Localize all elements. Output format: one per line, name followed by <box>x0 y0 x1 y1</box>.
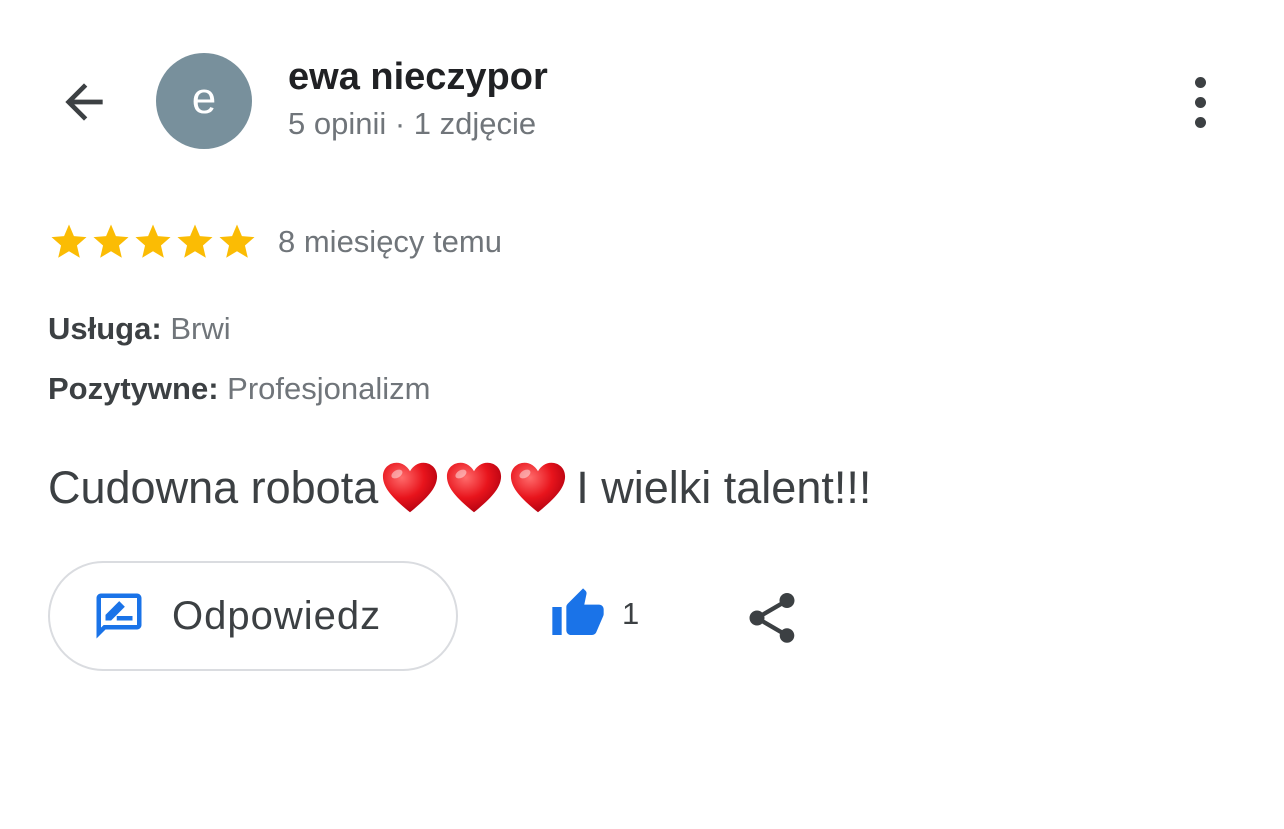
star-icon <box>177 224 213 258</box>
share-button[interactable] <box>742 588 802 648</box>
service-value: Brwi <box>170 311 231 346</box>
review-time: 8 miesięcy temu <box>278 224 502 259</box>
back-button[interactable] <box>52 70 116 134</box>
more-vert-icon-dot <box>1194 116 1206 128</box>
positive-label: Pozytywne: <box>48 371 219 406</box>
heart-emojis <box>380 460 568 516</box>
star-rating <box>48 221 258 263</box>
more-vert-icon <box>1194 76 1206 88</box>
rate-review-icon <box>96 593 142 639</box>
service-row: Usługa: Brwi <box>48 311 231 347</box>
like-count: 1 <box>622 596 640 631</box>
star-icon <box>135 224 171 258</box>
avatar[interactable]: e <box>156 53 252 149</box>
star-icon <box>93 224 129 258</box>
review-text: Cudowna robota I wielki talent!!! <box>48 460 871 516</box>
review-text-end: I wielki talent!!! <box>576 462 872 513</box>
star-icon <box>219 224 255 258</box>
heart-icon <box>383 462 438 513</box>
more-vert-icon-dot <box>1194 96 1206 108</box>
thumb-up-icon <box>552 588 604 635</box>
rating-row: 8 miesięcy temu <box>48 220 502 264</box>
heart-icon <box>511 462 566 513</box>
star-icon <box>51 224 87 258</box>
share-icon <box>749 593 795 643</box>
review-text-start: Cudowna robota <box>48 462 379 513</box>
user-meta: 5 opinii · 1 zdjęcie <box>288 106 537 141</box>
positive-row: Pozytywne: Profesjonalizm <box>48 371 430 407</box>
positive-value: Profesjonalizm <box>227 371 431 406</box>
more-options-button[interactable] <box>1170 70 1230 134</box>
reply-label: Odpowiedz <box>172 593 382 638</box>
like-button[interactable]: 1 <box>548 584 639 644</box>
reply-button[interactable]: Odpowiedz <box>48 561 458 671</box>
service-label: Usługa: <box>48 311 162 346</box>
user-name[interactable]: ewa nieczypor <box>288 56 548 99</box>
avatar-letter: e <box>191 74 217 123</box>
heart-icon <box>447 462 502 513</box>
arrow-back-icon <box>65 83 103 121</box>
